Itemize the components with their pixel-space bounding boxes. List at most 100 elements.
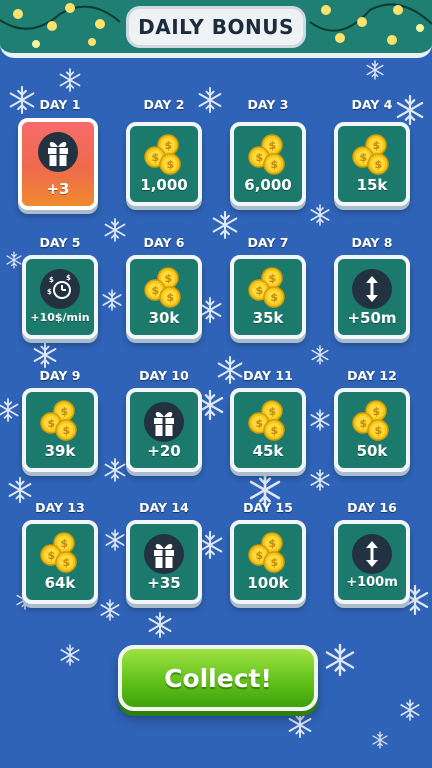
svg-text:$: $ [47, 288, 52, 296]
day-reward-card[interactable]: +35 [126, 520, 202, 604]
height-arrows-icon [338, 530, 406, 578]
reward-amount: +10$/min [30, 311, 90, 324]
coins-icon: $ $ $ [26, 398, 94, 446]
day-reward-card[interactable]: +100m [334, 520, 410, 604]
day-reward-card[interactable]: $ $ $30k [126, 255, 202, 339]
svg-text:$: $ [167, 158, 175, 171]
day-label: DAY 2 [143, 97, 185, 112]
svg-text:$: $ [165, 272, 173, 285]
reward-amount: 64k [44, 574, 76, 592]
svg-text:$: $ [61, 537, 69, 550]
gift-icon [130, 398, 198, 446]
reward-amount: +20 [147, 442, 181, 460]
svg-text:$: $ [269, 537, 277, 550]
svg-text:$: $ [373, 405, 381, 418]
day-label: DAY 9 [39, 368, 81, 383]
svg-text:$: $ [269, 405, 277, 418]
reward-amount: 50k [356, 442, 388, 460]
svg-text:$: $ [63, 556, 71, 569]
reward-amount: +35 [147, 574, 181, 592]
day-reward-card[interactable]: $ $ $15k [334, 122, 410, 206]
day-label: DAY 4 [351, 97, 393, 112]
svg-text:$: $ [66, 274, 71, 282]
svg-text:$: $ [165, 139, 173, 152]
reward-amount: 6,000 [244, 176, 292, 194]
day-reward-card[interactable]: $ $ $6,000 [230, 122, 306, 206]
svg-text:$: $ [373, 139, 381, 152]
svg-text:$: $ [271, 158, 279, 171]
svg-text:$: $ [360, 151, 368, 164]
reward-amount: +50m [347, 309, 397, 327]
reward-amount: 39k [44, 442, 76, 460]
reward-amount: 35k [252, 309, 284, 327]
svg-text:$: $ [271, 424, 279, 437]
coins-icon: $ $ $ [234, 530, 302, 578]
day-label: DAY 14 [139, 500, 189, 515]
svg-text:$: $ [152, 151, 160, 164]
svg-text:$: $ [48, 549, 56, 562]
gift-icon [130, 530, 198, 578]
height-arrows-icon [338, 265, 406, 313]
day-reward-card[interactable]: $ $ $50k [334, 388, 410, 472]
collect-button[interactable]: Collect! [118, 645, 318, 711]
coins-icon: $ $ $ [234, 265, 302, 313]
svg-text:$: $ [269, 139, 277, 152]
svg-text:$: $ [256, 417, 264, 430]
svg-text:$: $ [375, 158, 383, 171]
reward-amount: 45k [252, 442, 284, 460]
reward-amount: 30k [148, 309, 180, 327]
day-reward-card[interactable]: $ $ $100k [230, 520, 306, 604]
svg-text:$: $ [256, 151, 264, 164]
reward-amount: 15k [356, 176, 388, 194]
coins-icon: $ $ $ [130, 132, 198, 180]
svg-text:$: $ [167, 291, 175, 304]
day-label: DAY 1 [39, 97, 81, 112]
gift-icon [22, 128, 94, 176]
coins-icon: $ $ $ [234, 132, 302, 180]
coins-icon: $ $ $ [338, 398, 406, 446]
svg-text:$: $ [49, 276, 54, 284]
day-label: DAY 16 [347, 500, 397, 515]
coins-icon: $ $ $ [338, 132, 406, 180]
coins-icon: $ $ $ [234, 398, 302, 446]
day-reward-card[interactable]: $ $ $ +10$/min [22, 255, 98, 339]
day-reward-card[interactable]: $ $ $45k [230, 388, 306, 472]
day-reward-card[interactable]: +50m [334, 255, 410, 339]
day-label: DAY 8 [351, 235, 393, 250]
day-label: DAY 6 [143, 235, 185, 250]
svg-text:$: $ [48, 417, 56, 430]
reward-amount: +3 [46, 180, 70, 198]
day-label: DAY 3 [247, 97, 289, 112]
coins-icon: $ $ $ [26, 530, 94, 578]
svg-text:$: $ [63, 424, 71, 437]
reward-amount: 1,000 [140, 176, 188, 194]
svg-text:$: $ [256, 549, 264, 562]
header-bar: DAILY BONUS [0, 0, 432, 58]
reward-amount: 100k [247, 574, 289, 592]
svg-text:$: $ [375, 424, 383, 437]
day-label: DAY 5 [39, 235, 81, 250]
day-label: DAY 10 [139, 368, 189, 383]
day-label: DAY 13 [35, 500, 85, 515]
svg-text:$: $ [271, 291, 279, 304]
day-label: DAY 12 [347, 368, 397, 383]
day-label: DAY 11 [243, 368, 293, 383]
svg-text:$: $ [269, 272, 277, 285]
day-reward-card[interactable]: +3 [18, 118, 98, 210]
day-reward-card[interactable]: $ $ $35k [230, 255, 306, 339]
day-reward-card[interactable]: $ $ $64k [22, 520, 98, 604]
svg-text:$: $ [271, 556, 279, 569]
day-reward-card[interactable]: $ $ $39k [22, 388, 98, 472]
day-label: DAY 15 [243, 500, 293, 515]
reward-amount: +100m [346, 575, 398, 590]
svg-text:$: $ [152, 284, 160, 297]
day-reward-card[interactable]: $ $ $1,000 [126, 122, 202, 206]
coins-icon: $ $ $ [130, 265, 198, 313]
svg-text:$: $ [256, 284, 264, 297]
day-reward-card[interactable]: +20 [126, 388, 202, 472]
svg-text:$: $ [360, 417, 368, 430]
income-clock-icon: $ $ $ [26, 265, 94, 313]
day-label: DAY 7 [247, 235, 289, 250]
page-title: DAILY BONUS [126, 6, 306, 48]
svg-text:$: $ [61, 405, 69, 418]
